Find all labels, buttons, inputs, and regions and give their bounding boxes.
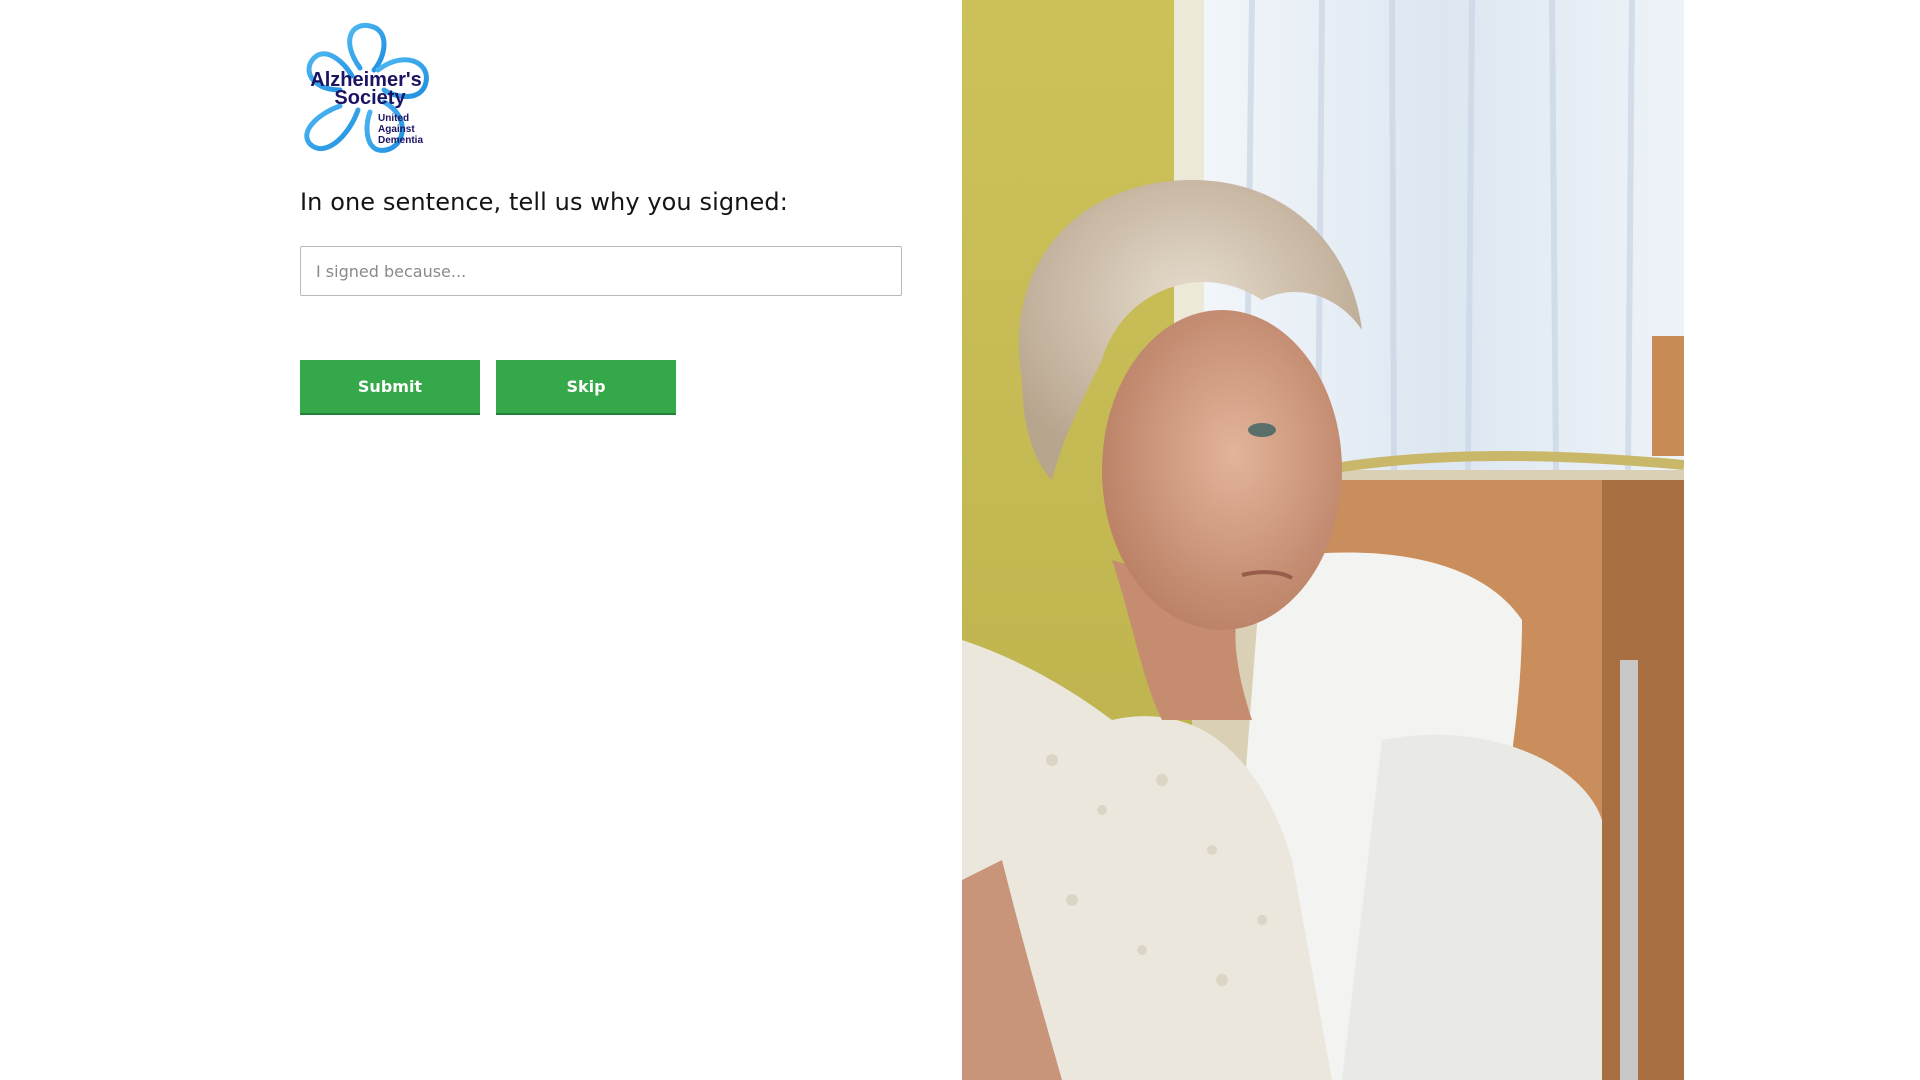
page: Alzheimer's Society United Against Demen… (0, 0, 1920, 1080)
logo-tagline-line3: Dementia (378, 135, 423, 146)
logo-tagline-line2: Against (378, 124, 415, 135)
skip-button[interactable]: Skip (496, 360, 676, 415)
signing-reason-input[interactable] (300, 246, 902, 296)
flower-logo-icon: Alzheimer's Society United Against Demen… (304, 22, 429, 153)
logo-tagline-line1: United (378, 113, 409, 124)
photo-illustration (962, 0, 1684, 1080)
elderly-woman-photo (962, 0, 1684, 1080)
signing-reason-question: In one sentence, tell us why you signed: (300, 188, 788, 216)
submit-button[interactable]: Submit (300, 360, 480, 415)
alzheimers-society-logo[interactable]: Alzheimer's Society United Against Demen… (300, 20, 436, 164)
logo-name-line2: Society (334, 87, 406, 109)
